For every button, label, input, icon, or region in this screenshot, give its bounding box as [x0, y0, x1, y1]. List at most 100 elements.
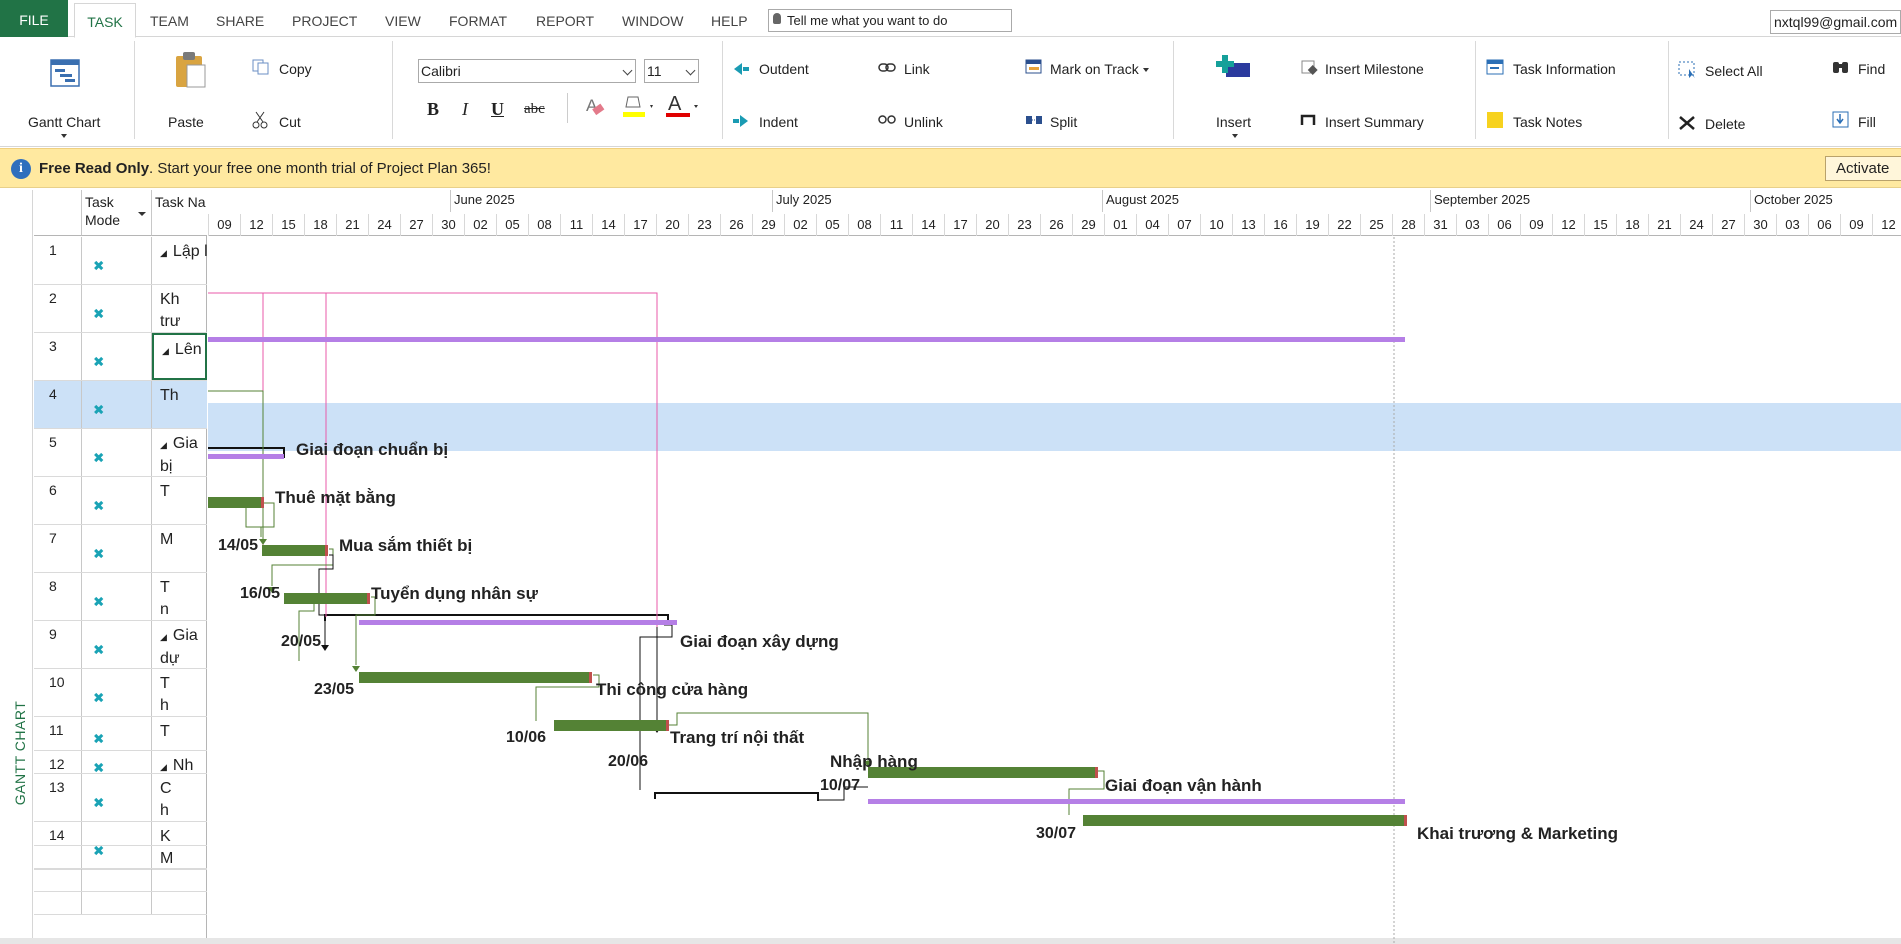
table-row[interactable]: 13 ✚ Ch: [34, 774, 207, 822]
task-mode-cell[interactable]: ✚: [82, 333, 152, 380]
task-mode-cell[interactable]: ✚: [82, 669, 152, 716]
bold-button[interactable]: B: [427, 99, 439, 120]
select-all-button[interactable]: Select All: [1705, 62, 1763, 80]
table-row[interactable]: 9 ✚ ◢ Gia dự: [34, 621, 207, 669]
tab-share[interactable]: SHARE: [216, 0, 264, 37]
tab-format[interactable]: FORMAT: [449, 0, 507, 37]
task-mode-cell[interactable]: ✚: [82, 573, 152, 620]
summary-bar[interactable]: [868, 799, 1405, 804]
italic-button[interactable]: I: [462, 99, 468, 120]
table-row[interactable]: 5 ✚ ◢ Gia bị: [34, 429, 207, 477]
indent-button[interactable]: Indent: [759, 113, 798, 131]
row-id[interactable]: [34, 823, 82, 845]
table-row[interactable]: 8 ✚ Tn: [34, 573, 207, 621]
strikethrough-button[interactable]: abc: [524, 101, 545, 118]
task-mode-cell[interactable]: ✚: [82, 429, 152, 476]
highlight-color-icon[interactable]: [622, 93, 656, 121]
task-name-cell[interactable]: ◢ Lập l: [152, 237, 207, 284]
row-id[interactable]: [34, 846, 82, 868]
delete-button[interactable]: Delete: [1705, 115, 1745, 133]
task-bar[interactable]: [554, 720, 669, 731]
row-id[interactable]: [34, 869, 82, 891]
table-row[interactable]: 3 ✚ ◢ Lên v: [34, 333, 207, 381]
task-name-cell[interactable]: ◢ Lên v: [152, 333, 207, 380]
outdent-button[interactable]: Outdent: [759, 60, 809, 78]
paste-button[interactable]: Paste: [168, 113, 204, 131]
gantt-chart-button[interactable]: Gantt Chart: [28, 113, 100, 131]
task-name-cell[interactable]: ◢ Gia bị: [152, 429, 207, 476]
mark-on-track-button[interactable]: Mark on Track: [1050, 60, 1149, 78]
empty-row[interactable]: [34, 892, 207, 915]
account-email[interactable]: nxtql99@gmail.com: [1770, 10, 1901, 34]
table-row[interactable]: 1 ✚ ◢ Lập l: [34, 237, 207, 285]
table-row[interactable]: 11 ✚ T: [34, 717, 207, 751]
row-id[interactable]: 1: [34, 237, 82, 284]
row-id[interactable]: 5: [34, 429, 82, 476]
summary-bar[interactable]: [208, 337, 1405, 342]
task-mode-cell[interactable]: ✚: [82, 381, 152, 428]
insert-milestone-button[interactable]: Insert Milestone: [1325, 60, 1424, 78]
tab-window[interactable]: WINDOW: [622, 0, 683, 37]
task-mode-cell[interactable]: ✚: [82, 237, 152, 284]
copy-button[interactable]: Copy: [279, 60, 312, 78]
underline-button[interactable]: U: [491, 99, 504, 120]
filter-dropdown-icon[interactable]: [138, 212, 146, 216]
task-name-cell[interactable]: Tn: [152, 573, 207, 620]
task-bar[interactable]: [284, 593, 370, 604]
row-id[interactable]: 11: [34, 717, 82, 750]
tab-help[interactable]: HELP: [711, 0, 748, 37]
header-task-name[interactable]: Task Na: [152, 190, 207, 236]
task-notes-button[interactable]: Task Notes: [1513, 113, 1582, 131]
select-all-corner[interactable]: [34, 190, 82, 236]
task-bar[interactable]: [359, 672, 592, 683]
task-information-button[interactable]: Task Information: [1513, 60, 1616, 78]
table-row[interactable]: 12 ✚ ◢ Nh: [34, 751, 207, 777]
empty-row[interactable]: [34, 823, 207, 846]
task-mode-cell[interactable]: [82, 846, 152, 868]
task-mode-cell[interactable]: [82, 892, 152, 914]
view-label[interactable]: GANTT CHART: [12, 693, 28, 813]
task-mode-cell[interactable]: ✚: [82, 525, 152, 572]
task-mode-cell[interactable]: ✚: [82, 717, 152, 750]
collapse-triangle-icon[interactable]: ◢: [160, 248, 167, 258]
cut-button[interactable]: Cut: [279, 113, 301, 131]
table-row[interactable]: 10 ✚ Th: [34, 669, 207, 717]
tab-view[interactable]: VIEW: [385, 0, 421, 37]
tab-report[interactable]: REPORT: [536, 0, 594, 37]
task-name-cell[interactable]: Kh trư: [152, 285, 207, 332]
row-id[interactable]: [34, 892, 82, 914]
tab-file[interactable]: FILE: [0, 0, 68, 37]
font-name-select[interactable]: Calibri: [418, 59, 636, 83]
row-id[interactable]: 4: [34, 381, 82, 428]
collapse-triangle-icon[interactable]: ◢: [160, 762, 167, 772]
collapse-triangle-icon[interactable]: ◢: [162, 346, 169, 356]
row-id[interactable]: 2: [34, 285, 82, 332]
tab-team[interactable]: TEAM: [150, 0, 189, 37]
task-bar[interactable]: [208, 497, 264, 508]
row-id[interactable]: 6: [34, 477, 82, 524]
tell-me-search[interactable]: Tell me what you want to do: [768, 9, 1012, 32]
insert-summary-button[interactable]: Insert Summary: [1325, 113, 1424, 131]
find-button[interactable]: Find: [1858, 60, 1885, 78]
task-mode-cell[interactable]: ✚: [82, 285, 152, 332]
summary-bar[interactable]: [208, 454, 284, 459]
task-name-cell[interactable]: Ch: [152, 774, 207, 821]
table-row[interactable]: 7 ✚ M: [34, 525, 207, 573]
task-bar[interactable]: [262, 545, 328, 556]
table-row[interactable]: 4 ✚ Th: [34, 381, 207, 429]
task-name-cell[interactable]: Th: [152, 669, 207, 716]
collapse-triangle-icon[interactable]: ◢: [160, 632, 167, 642]
font-size-select[interactable]: 11: [644, 59, 699, 83]
task-name-cell[interactable]: M: [152, 525, 207, 572]
empty-row[interactable]: [34, 846, 207, 869]
tab-task[interactable]: TASK: [74, 3, 136, 38]
link-button[interactable]: Link: [904, 60, 930, 78]
row-id[interactable]: 8: [34, 573, 82, 620]
collapse-triangle-icon[interactable]: ◢: [160, 440, 167, 450]
row-id[interactable]: 13: [34, 774, 82, 821]
insert-button[interactable]: Insert: [1216, 113, 1251, 131]
task-name-cell[interactable]: T: [152, 477, 207, 524]
row-id[interactable]: 10: [34, 669, 82, 716]
empty-row[interactable]: [34, 869, 207, 892]
task-mode-cell[interactable]: ✚: [82, 477, 152, 524]
